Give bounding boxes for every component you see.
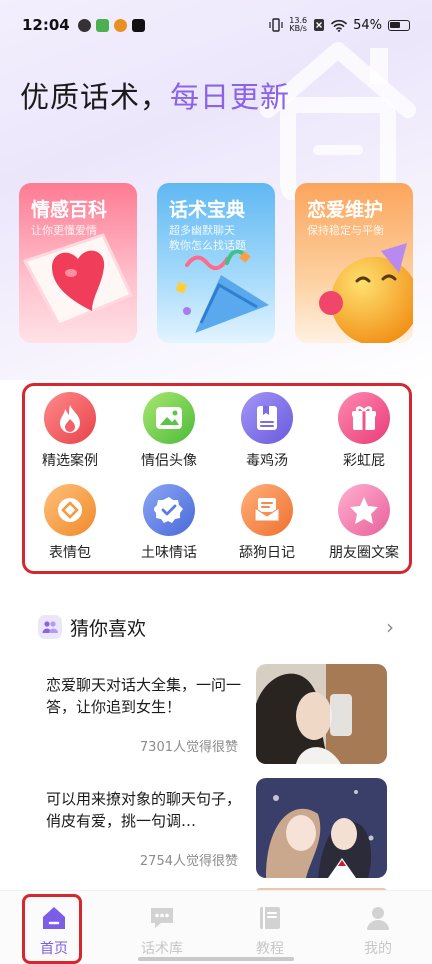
grid-label: 毒鸡汤 — [246, 453, 288, 469]
card-title: 话术宝典 — [169, 199, 246, 221]
chevron-right-icon[interactable]: › — [386, 615, 394, 639]
tiktok-icon — [131, 18, 145, 32]
grid-item-featured-cases[interactable]: 精选案例 — [22, 392, 118, 478]
grid-item-toxic-soup[interactable]: 毒鸡汤 — [219, 392, 315, 478]
card-subtitle: 超多幽默聊天 教你怎么找话题 — [169, 223, 246, 253]
grid-item-rainbow-praise[interactable]: 彩虹屁 — [316, 392, 412, 478]
users-icon — [38, 615, 62, 639]
section-title: 猜你喜欢 — [70, 617, 147, 640]
tab-label: 教程 — [256, 941, 284, 957]
grid-item-moments-copy[interactable]: 朋友圈文案 — [316, 484, 412, 570]
tab-tutorial[interactable]: 教程 — [230, 891, 310, 964]
feature-cards: 情感百科 让你更懂爱情 话术宝典 超多幽默聊天 教你怎么找话题 恋爱维护 保持稳… — [19, 183, 413, 343]
page-title: 优质话术，每日更新 — [20, 74, 290, 116]
net-speed: 13.6 KB/s — [289, 17, 307, 33]
recommend-section-header[interactable]: 猜你喜欢 › — [38, 612, 394, 642]
tab-label: 话术库 — [141, 941, 183, 957]
card-emotion-encyclopedia[interactable]: 情感百科 让你更懂爱情 — [19, 183, 137, 343]
wifi-icon — [331, 19, 347, 32]
net-speed-unit: KB/s — [289, 24, 307, 33]
article-likes: 2754人觉得很赞 — [139, 854, 238, 869]
check-circle-icon — [77, 18, 91, 32]
weibo-icon — [113, 18, 127, 32]
article-title: 恋爱聊天对话大全集，一问一答，让你追到女生！ — [46, 676, 242, 716]
grid-item-couple-avatars[interactable]: 情侣头像 — [121, 392, 217, 478]
card-subtitle: 让你更懂爱情 — [31, 224, 97, 237]
battery-percent: 54% — [353, 17, 382, 33]
card-subtitle-line: 教你怎么找话题 — [169, 239, 246, 252]
app-notification-icon — [95, 18, 109, 32]
grid-label: 情侣头像 — [141, 453, 197, 469]
article-thumbnail — [256, 664, 387, 764]
card-subtitle-line: 超多幽默聊天 — [169, 224, 235, 237]
grid-label: 精选案例 — [42, 453, 98, 469]
battery-icon — [388, 19, 410, 31]
article-item[interactable]: 可以用来撩对象的聊天句子，俏皮有爱，挑一句调… 2754人觉得很赞 — [46, 778, 387, 878]
card-script-collection[interactable]: 话术宝典 超多幽默聊天 教你怎么找话题 — [157, 183, 275, 343]
article-likes: 7301人觉得很赞 — [139, 740, 238, 755]
grid-item-simp-diary[interactable]: 舔狗日记 — [219, 484, 315, 570]
gift-icon — [338, 392, 390, 444]
flame-icon — [44, 392, 96, 444]
image-icon — [143, 392, 195, 444]
grid-label: 彩虹屁 — [343, 453, 385, 469]
badge-check-icon — [143, 484, 195, 536]
grid-item-cheesy-lines[interactable]: 土味情话 — [121, 484, 217, 570]
article-thumbnail — [256, 778, 387, 878]
grid-label: 土味情话 — [141, 545, 197, 561]
card-subtitle: 保持稳定与平衡 — [307, 224, 384, 237]
card-title: 恋爱维护 — [307, 199, 384, 221]
grid-item-stickers[interactable]: 表情包 — [22, 484, 118, 570]
grid-label: 表情包 — [49, 545, 91, 561]
sim-off-icon — [314, 19, 325, 31]
status-right: 13.6 KB/s 54% — [269, 17, 410, 33]
article-title: 可以用来撩对象的聊天句子，俏皮有爱，挑一句调… — [46, 790, 242, 830]
vibrate-icon — [269, 18, 283, 32]
chat-icon — [151, 908, 173, 928]
title-accent: 每日更新 — [170, 80, 291, 114]
star-icon — [338, 484, 390, 536]
status-bar: 12:04 13.6 KB/s 54% — [0, 0, 432, 50]
category-grid: 精选案例 情侣头像 毒鸡汤 彩虹屁 表情包 土味情话 舔狗日记 朋友圈文案 — [22, 383, 412, 574]
book-icon — [260, 907, 280, 929]
book-icon — [241, 392, 293, 444]
user-icon — [367, 907, 389, 930]
mail-icon — [241, 484, 293, 536]
tab-profile[interactable]: 我的 — [338, 891, 418, 964]
grid-label: 舔狗日记 — [239, 545, 295, 561]
sticker-icon — [44, 484, 96, 536]
card-relationship-care[interactable]: 恋爱维护 保持稳定与平衡 — [295, 183, 413, 343]
tab-highlight-outline — [22, 894, 82, 964]
tab-script-library[interactable]: 话术库 — [122, 891, 202, 964]
tab-label: 我的 — [364, 941, 392, 957]
title-main: 优质话术， — [20, 80, 171, 114]
article-item[interactable]: 恋爱聊天对话大全集，一问一答，让你追到女生！ 7301人觉得很赞 — [46, 664, 387, 764]
status-time: 12:04 — [22, 16, 70, 34]
card-title: 情感百科 — [31, 199, 108, 221]
grid-label: 朋友圈文案 — [329, 545, 399, 561]
home-indicator — [138, 957, 294, 961]
